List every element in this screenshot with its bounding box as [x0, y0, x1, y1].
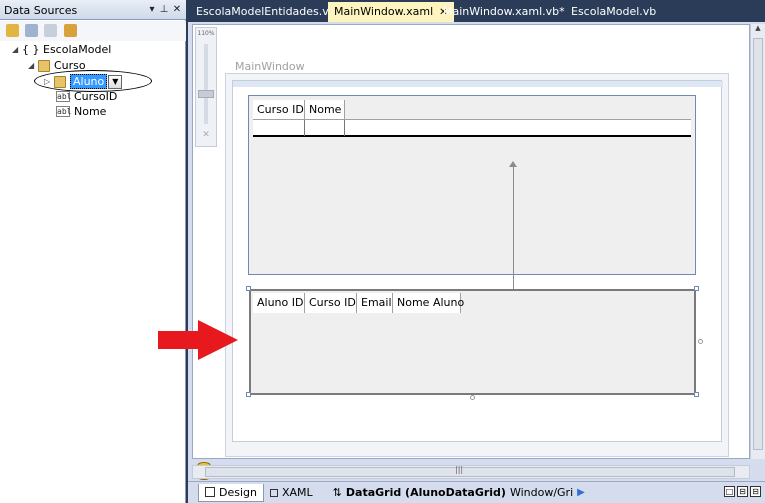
- grip-icon: |||: [455, 465, 464, 474]
- curso-datagrid[interactable]: Curso ID Nome: [248, 95, 696, 275]
- edit-icon[interactable]: [25, 24, 38, 37]
- database-add-icon[interactable]: [6, 24, 19, 37]
- swap-panes-icon[interactable]: ⇅: [333, 486, 342, 499]
- fit-to-window-icon[interactable]: ✕: [199, 130, 213, 144]
- tab-label: MainWindow.xaml.vb*: [443, 5, 565, 18]
- breadcrumb-more-icon[interactable]: ▶: [577, 487, 585, 498]
- tab-label: MainWindow.xaml: [334, 5, 434, 18]
- layout-buttons: □ ⊟ ⊟: [724, 486, 761, 497]
- table-row[interactable]: [253, 119, 691, 137]
- resize-handle[interactable]: [694, 286, 699, 291]
- horizontal-split-button[interactable]: ⊟: [737, 486, 748, 497]
- tree-item-field[interactable]: abl CursoID: [56, 89, 117, 104]
- tab-mainwindow-xaml-vb[interactable]: MainWindow.xaml.vb*: [437, 2, 571, 22]
- window-position-button[interactable]: ▾: [146, 3, 158, 16]
- zoom-label: 110%: [197, 30, 215, 37]
- tree-item-aluno[interactable]: ▷ Aluno ▼: [44, 74, 123, 89]
- table-icon: [38, 59, 50, 72]
- configure-icon[interactable]: [44, 24, 57, 37]
- grid-cell[interactable]: [305, 120, 345, 136]
- chevron-down-icon[interactable]: ▼: [108, 74, 123, 89]
- tree-item-escolamodel[interactable]: ◢ { } EscolaModel: [12, 42, 111, 57]
- column-header[interactable]: Aluno ID: [253, 293, 305, 313]
- horizontal-scrollbar[interactable]: |||: [192, 465, 750, 479]
- designer-statusbar: Design XAML ⇅ DataGrid (AlunoDataGrid) W…: [188, 481, 765, 503]
- collapse-triangle-icon[interactable]: ◢: [12, 45, 22, 54]
- collapse-triangle-icon[interactable]: ◢: [28, 61, 38, 70]
- expand-triangle-icon[interactable]: ▷: [44, 77, 54, 86]
- tree-item-label: Nome: [74, 105, 107, 118]
- window-frame: Curso ID Nome Aluno ID Curso ID Email No…: [225, 73, 729, 457]
- tab-escolamodelentidades[interactable]: EscolaModelEntidades.vb: [190, 2, 342, 22]
- tree-item-field[interactable]: abl Nome: [56, 104, 106, 119]
- pin-button[interactable]: ⊥: [158, 3, 170, 16]
- collapse-pane-button[interactable]: ⊟: [750, 486, 761, 497]
- zoom-slider-thumb[interactable]: [198, 90, 214, 98]
- grid-header-row: Aluno ID Curso ID Email Nome Aluno: [253, 293, 464, 313]
- arrow-up-icon: [509, 161, 517, 167]
- data-sources-toolbar: [0, 21, 186, 41]
- design-icon: [205, 487, 215, 497]
- tree-item-label: Aluno: [70, 74, 108, 89]
- design-tab-label: Design: [219, 485, 257, 499]
- margin-handle[interactable]: [470, 395, 475, 400]
- scroll-thumb[interactable]: [753, 38, 763, 450]
- window-title: MainWindow: [235, 60, 305, 73]
- column-header[interactable]: Curso ID: [305, 293, 357, 313]
- tab-label: EscolaModel.vb: [571, 5, 657, 18]
- tab-escolamodel[interactable]: EscolaModel.vb: [565, 2, 662, 22]
- tab-mainwindow-xaml[interactable]: MainWindow.xaml ✕: [328, 2, 454, 22]
- refresh-icon[interactable]: [64, 24, 77, 37]
- close-panel-button[interactable]: ✕: [171, 3, 183, 16]
- column-header[interactable]: Nome: [305, 100, 345, 120]
- zoom-control[interactable]: 110% ✕: [195, 27, 217, 147]
- vertical-split-button[interactable]: □: [724, 486, 735, 497]
- vertical-scrollbar[interactable]: ▲: [750, 24, 765, 459]
- tree-item-label: CursoID: [74, 90, 118, 103]
- resize-handle[interactable]: [246, 286, 251, 291]
- xaml-tab-label: XAML: [281, 486, 313, 499]
- design-canvas[interactable]: 110% ✕ MainWindow Curso ID Nome Aluno ID…: [192, 24, 750, 480]
- tab-label: EscolaModelEntidades.vb: [196, 5, 336, 18]
- column-header[interactable]: Nome Aluno: [393, 293, 464, 313]
- table-icon: [54, 75, 66, 88]
- red-arrow-icon: [158, 320, 238, 360]
- xaml-tab[interactable]: XAML: [264, 484, 319, 502]
- data-sources-titlebar: Data Sources ▾ ⊥ ✕: [0, 0, 186, 20]
- resize-handle[interactable]: [246, 392, 251, 397]
- textbox-icon: abl: [56, 91, 72, 102]
- window-top-bar: [233, 81, 723, 87]
- column-header[interactable]: Email: [357, 293, 393, 313]
- column-header[interactable]: Curso ID: [253, 100, 305, 120]
- main-window[interactable]: MainWindow Curso ID Nome Aluno ID Curso …: [225, 59, 729, 459]
- margin-handle[interactable]: [698, 339, 703, 344]
- aluno-datagrid[interactable]: Aluno ID Curso ID Email Nome Aluno: [249, 289, 696, 395]
- data-sources-panel: Data Sources ▾ ⊥ ✕ ◢ { } EscolaModel ◢ C…: [0, 0, 186, 503]
- document-tabs: EscolaModelEntidades.vb MainWindow.xaml ✕…: [188, 0, 765, 22]
- data-sources-title: Data Sources: [4, 4, 78, 17]
- zoom-slider-track[interactable]: [204, 44, 208, 124]
- breadcrumb-current[interactable]: DataGrid (AlunoDataGrid): [346, 486, 506, 499]
- grid-cell[interactable]: [253, 120, 305, 136]
- resize-handle[interactable]: [694, 392, 699, 397]
- scroll-up-icon[interactable]: ▲: [751, 24, 765, 32]
- scroll-thumb[interactable]: [205, 467, 735, 477]
- xaml-icon: [269, 488, 278, 497]
- breadcrumb-path[interactable]: Window/Gri: [510, 486, 573, 499]
- textbox-icon: abl: [56, 106, 72, 117]
- grid-header-row: Curso ID Nome: [253, 100, 345, 120]
- window-client-area[interactable]: Curso ID Nome Aluno ID Curso ID Email No…: [232, 80, 723, 442]
- xaml-designer: EscolaModelEntidades.vb MainWindow.xaml ✕…: [188, 0, 765, 503]
- design-tab[interactable]: Design: [198, 483, 264, 502]
- tree-item-label: { } EscolaModel: [22, 43, 112, 56]
